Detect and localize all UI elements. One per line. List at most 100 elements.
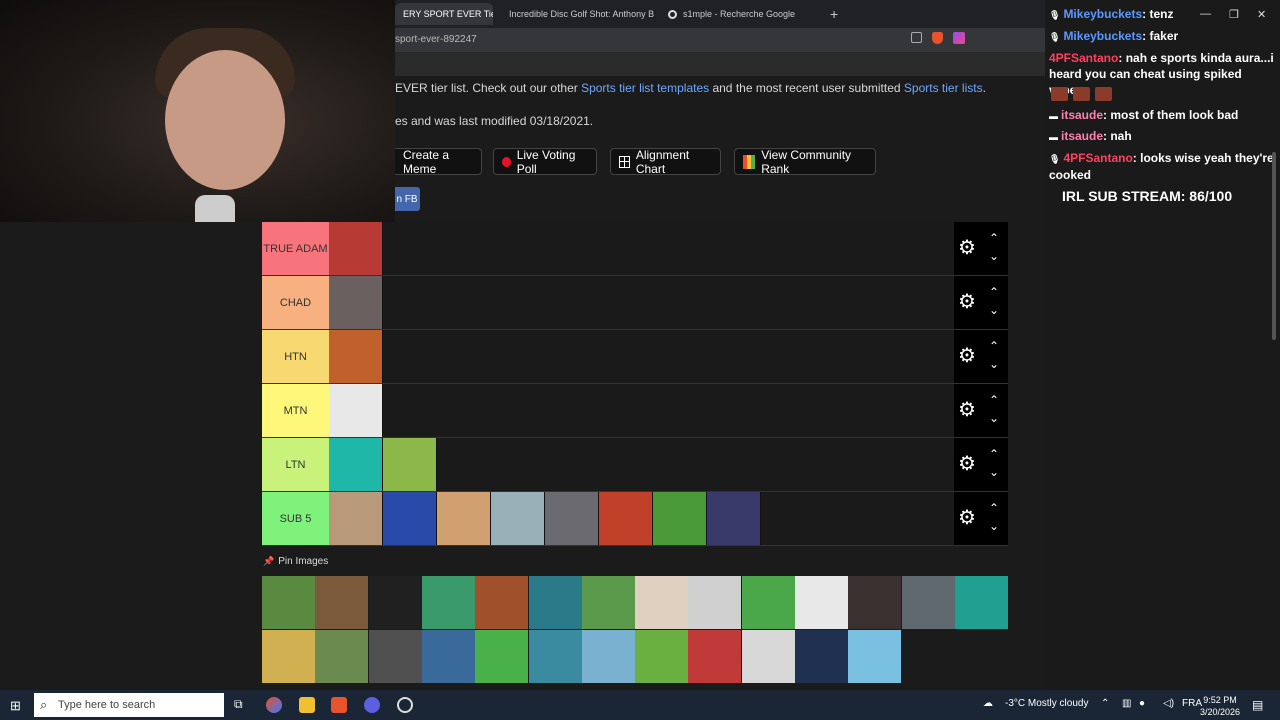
network-icon[interactable]: ▥ [1122,698,1131,709]
tier-label[interactable]: LTN [262,438,329,491]
tier-row[interactable]: TRUE ADAM ⚙ ⌃ ⌄ [262,222,1008,276]
tier-item-image[interactable] [491,492,545,545]
pool-image[interactable] [581,630,635,683]
pool-image[interactable] [475,630,529,683]
chevron-down-icon[interactable]: ⌄ [989,412,999,424]
tier-item-image[interactable] [329,276,383,329]
chevron-up-icon[interactable]: ⌃ [989,394,999,406]
chevron-up-icon[interactable]: ⌃ [1101,698,1109,709]
discord-icon[interactable] [364,697,380,713]
windows-start-icon[interactable]: ⊞ [10,698,21,714]
tier-item-image[interactable] [599,492,653,545]
tier-row[interactable]: LTN ⚙ ⌃ ⌄ [262,438,1008,492]
gear-icon[interactable]: ⚙ [958,346,976,366]
pool-image[interactable] [954,576,1008,629]
pool-image[interactable] [315,630,369,683]
pool-image[interactable] [901,576,955,629]
pool-image[interactable] [635,630,689,683]
tier-item-image[interactable] [383,492,437,545]
gear-icon[interactable]: ⚙ [958,292,976,312]
chevron-down-icon[interactable]: ⌄ [989,520,999,532]
pool-image[interactable] [315,576,369,629]
brave-icon[interactable] [331,697,347,713]
gear-icon[interactable]: ⚙ [958,454,976,474]
gear-icon[interactable]: ⚙ [958,400,976,420]
pool-image[interactable] [688,576,742,629]
page-scrollbar[interactable] [1272,152,1276,340]
tier-item-image[interactable] [329,330,383,383]
tier-item-image[interactable] [329,492,383,545]
pool-image[interactable] [741,576,795,629]
pool-image[interactable] [421,630,475,683]
tier-label[interactable]: TRUE ADAM [262,222,329,275]
share-icon[interactable] [911,32,922,43]
tier-item-image[interactable] [329,438,383,491]
brave-shield-icon[interactable] [932,32,943,44]
pool-image[interactable] [421,576,475,629]
pool-image[interactable] [528,576,582,629]
sports-templates-link[interactable]: Sports tier list templates [581,81,709,95]
new-tab-button[interactable]: + [822,3,846,25]
brave-rewards-icon[interactable] [953,32,965,44]
pool-image[interactable] [635,576,689,629]
chevron-up-icon[interactable]: ⌃ [989,232,999,244]
chevron-up-icon[interactable]: ⌃ [989,340,999,352]
sports-lists-link[interactable]: Sports tier lists [904,81,983,95]
copilot-icon[interactable] [266,697,282,713]
tier-item-image[interactable] [329,222,383,275]
gear-icon[interactable]: ⚙ [958,508,976,528]
mic-tray-icon[interactable]: ● [1139,698,1145,709]
live-voting-poll-button[interactable]: Live Voting Poll [493,148,597,176]
weather-text[interactable]: -3°C Mostly cloudy [1005,698,1088,709]
pool-image[interactable] [795,576,848,629]
create-meme-button[interactable]: Create a Meme [394,148,482,176]
tier-row[interactable]: CHAD ⚙ ⌃ ⌄ [262,276,1008,330]
pool-image[interactable] [368,630,422,683]
tier-label[interactable]: MTN [262,384,329,437]
pool-image[interactable] [262,630,315,683]
chevron-down-icon[interactable]: ⌄ [989,250,999,262]
tier-item-image[interactable] [653,492,707,545]
tab-disc-golf[interactable]: Incredible Disc Golf Shot: Anthony B [495,3,655,25]
tier-label[interactable]: HTN [262,330,329,383]
tier-row[interactable]: HTN ⚙ ⌃ ⌄ [262,330,1008,384]
pool-image[interactable] [262,576,315,629]
tier-label[interactable]: SUB 5 [262,492,329,545]
tier-row[interactable]: SUB 5 ⚙ ⌃ ⌄ [262,492,1008,546]
tier-row[interactable]: MTN ⚙ ⌃ ⌄ [262,384,1008,438]
chevron-down-icon[interactable]: ⌄ [989,466,999,478]
share-fb-button[interactable]: n FB [394,187,420,211]
clock[interactable]: 9:52 PM 3/20/2026 [1200,694,1240,718]
tab-google[interactable]: s1mple - Recherche Google [660,3,820,25]
pool-image[interactable] [688,630,742,683]
chevron-up-icon[interactable]: ⌃ [989,286,999,298]
tab-tier-list[interactable]: ERY SPORT EVER Tie ✕ [395,3,493,25]
tier-item-image[interactable] [437,492,491,545]
pool-image[interactable] [581,576,635,629]
alignment-chart-button[interactable]: Alignment Chart [610,148,721,176]
pool-image[interactable] [848,630,902,683]
tier-item-image[interactable] [329,384,383,437]
pool-image[interactable] [795,630,848,683]
pool-image[interactable] [475,576,529,629]
chevron-up-icon[interactable]: ⌃ [989,502,999,514]
notifications-icon[interactable]: ▤ [1252,698,1263,712]
tier-item-image[interactable] [383,438,437,491]
obs-icon[interactable] [397,697,413,713]
file-explorer-icon[interactable] [299,697,315,713]
chevron-up-icon[interactable]: ⌃ [989,448,999,460]
chevron-down-icon[interactable]: ⌄ [989,304,999,316]
pool-image[interactable] [528,630,582,683]
pin-images-toggle[interactable]: 📌 Pin Images [263,556,328,567]
pool-image[interactable] [368,576,422,629]
pool-image[interactable] [741,630,795,683]
tier-item-image[interactable] [545,492,599,545]
tier-label[interactable]: CHAD [262,276,329,329]
taskbar-search[interactable]: ⌕ Type here to search [34,693,224,717]
view-community-rank-button[interactable]: View Community Rank [734,148,876,176]
tier-item-image[interactable] [707,492,761,545]
chevron-down-icon[interactable]: ⌄ [989,358,999,370]
pool-image[interactable] [848,576,902,629]
gear-icon[interactable]: ⚙ [958,238,976,258]
volume-icon[interactable]: ◁) [1163,698,1174,709]
